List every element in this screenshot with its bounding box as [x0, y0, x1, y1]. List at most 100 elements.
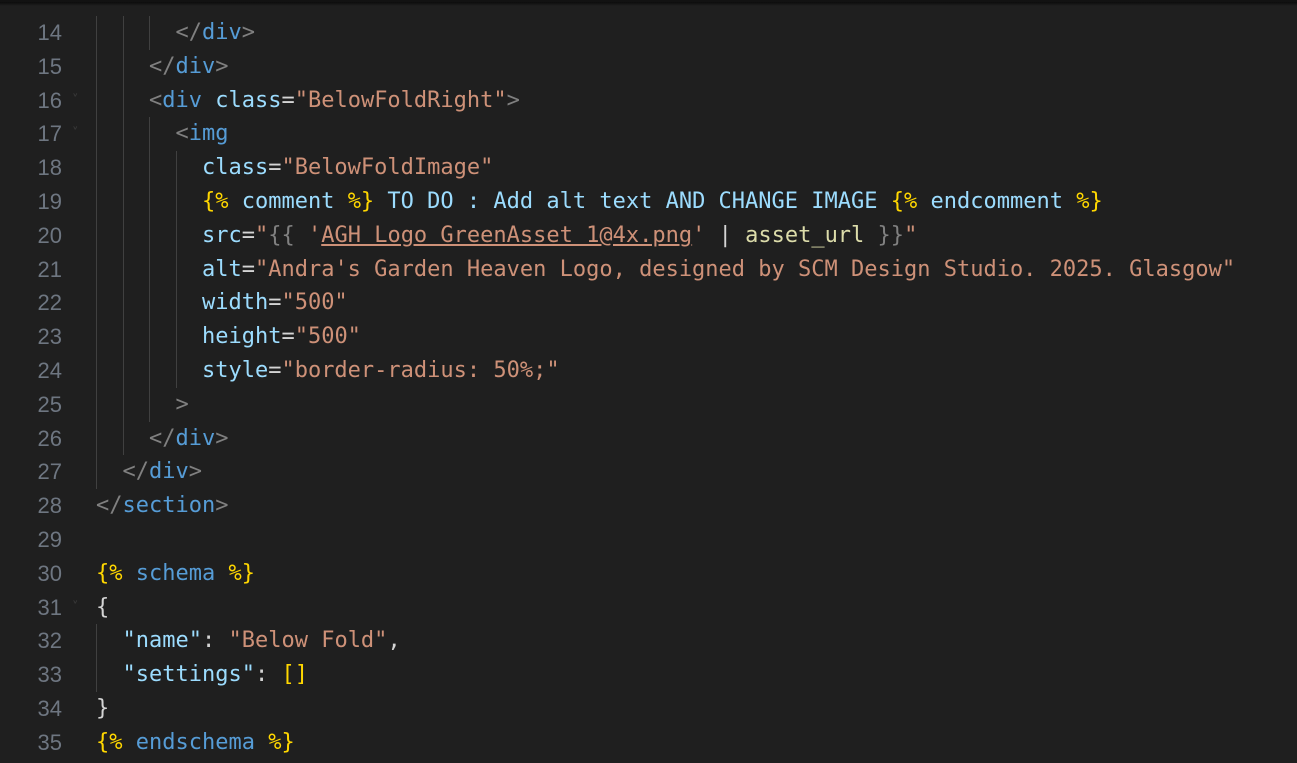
- code-line[interactable]: 27 </div>: [0, 455, 1297, 490]
- chevron-down-icon[interactable]: ˅: [72, 591, 79, 625]
- code-line[interactable]: 32 "name": "Below Fold",: [0, 624, 1297, 659]
- code-token: style: [201, 358, 269, 383]
- code-token: :: [254, 662, 282, 688]
- code-token: img: [188, 121, 229, 147]
- code-token: </: [96, 493, 123, 519]
- code-token: <: [148, 87, 163, 113]
- code-line[interactable]: 16 ˅ <div class="BelowFoldRight">: [0, 83, 1297, 118]
- code-line[interactable]: 31 ˅ {: [0, 591, 1297, 625]
- chevron-down-icon[interactable]: ˅: [72, 84, 79, 118]
- code-token: %}: [1076, 189, 1103, 214]
- code-text: </div>: [96, 455, 203, 489]
- line-number: 16: [37, 87, 62, 113]
- indent-guide: [149, 185, 150, 219]
- code-token: endcomment: [917, 189, 1077, 214]
- indent-guide: [122, 117, 124, 152]
- code-line[interactable]: 25 >: [0, 387, 1297, 422]
- indent-guide: [122, 421, 124, 456]
- indent-guide: [175, 320, 177, 354]
- code-token: >: [175, 391, 189, 417]
- code-token: </: [148, 53, 176, 79]
- code-token: ": [254, 222, 269, 248]
- code-line[interactable]: 29: [0, 523, 1297, 557]
- line-number: 28: [37, 493, 62, 519]
- code-token: <: [175, 121, 189, 147]
- code-token: class: [201, 155, 269, 181]
- code-token: {%: [201, 189, 229, 214]
- indent-guide: [175, 151, 177, 185]
- code-line[interactable]: 19 {% comment %} TO DO : Add alt text AN…: [0, 185, 1297, 219]
- code-line[interactable]: 35 {% endschema %}: [0, 726, 1297, 760]
- code-text: src="{{ 'AGH Logo GreenAsset 1@4x.png' |…: [96, 219, 917, 253]
- code-line[interactable]: 14 </div>: [0, 16, 1297, 50]
- code-line[interactable]: 24 style="border-radius: 50%;": [0, 354, 1297, 388]
- code-token: {%: [96, 729, 123, 755]
- code-line[interactable]: 23 height="500": [0, 320, 1297, 354]
- code-token: endschema: [122, 729, 269, 755]
- indent-guide: [122, 185, 124, 219]
- code-line[interactable]: 20 src="{{ 'AGH Logo GreenAsset 1@4x.png…: [0, 218, 1297, 253]
- indent-guide: [149, 286, 150, 321]
- code-text: <div class="BelowFoldRight">: [96, 84, 520, 118]
- code-token: "500": [281, 290, 348, 316]
- code-line[interactable]: 15 </div>: [0, 49, 1297, 84]
- code-token: ": [904, 222, 918, 248]
- indent-guide: [122, 252, 124, 287]
- indent-guide: [149, 320, 150, 354]
- code-line[interactable]: 22 width="500": [0, 286, 1297, 321]
- indent-guide: [122, 16, 124, 50]
- line-number: 34: [37, 696, 62, 721]
- indent-guide: [175, 185, 177, 219]
- code-token: alt: [201, 256, 242, 282]
- code-token: TO DO : Add alt text AND CHANGE IMAGE: [374, 189, 891, 214]
- line-number: 15: [37, 53, 62, 79]
- code-token: %}: [228, 560, 255, 586]
- code-line[interactable]: 30 {% schema %}: [0, 557, 1297, 591]
- code-line[interactable]: 34}: [0, 692, 1297, 726]
- code-token: %}: [347, 189, 375, 214]
- code-token: =: [268, 358, 282, 383]
- code-token: >: [188, 459, 202, 485]
- line-number: 29: [37, 527, 62, 552]
- line-number: 27: [37, 459, 62, 485]
- line-number: 23: [37, 324, 62, 350]
- code-editor[interactable]: 14 </div> 15 </div> 16 ˅ <div class="BelowF…: [0, 0, 1297, 763]
- code-token: =: [268, 290, 282, 316]
- code-token: =: [281, 324, 295, 350]
- indent-guide: [122, 320, 124, 354]
- code-token: div: [175, 425, 216, 451]
- chevron-down-icon[interactable]: ˅: [72, 117, 79, 151]
- code-token: {{: [268, 222, 295, 248]
- code-text: height="500": [96, 320, 361, 354]
- code-line[interactable]: 17 ˅ <img: [0, 117, 1297, 152]
- code-line[interactable]: 26 </div>: [0, 421, 1297, 456]
- indent-guide: [96, 354, 97, 388]
- code-token: div: [201, 20, 242, 45]
- code-line[interactable]: 21 alt="Andra's Garden Heaven Logo, desi…: [0, 252, 1297, 287]
- code-text: }: [96, 692, 109, 726]
- code-token: ': [692, 222, 706, 248]
- indent-guide: [175, 286, 177, 321]
- indent-guide: [96, 455, 97, 490]
- line-number: 21: [37, 256, 62, 282]
- code-line[interactable]: 28 </section>: [0, 489, 1297, 523]
- code-token: {: [96, 594, 110, 620]
- indent-guide: [175, 354, 177, 388]
- code-token: >: [506, 87, 520, 113]
- indent-guide: [96, 252, 97, 287]
- code-text: "name": "Below Fold",: [96, 624, 401, 658]
- code-token: div: [175, 53, 216, 79]
- code-text: {: [96, 591, 109, 625]
- indent-guide: [175, 218, 177, 253]
- code-text: </div>: [96, 422, 229, 456]
- code-line[interactable]: 33 "settings": []: [0, 658, 1297, 692]
- line-number: 33: [37, 662, 62, 688]
- indent-guide: [96, 387, 97, 422]
- code-token: =: [241, 256, 255, 282]
- editor-top-shadow: [0, 2, 1297, 6]
- code-token: src: [201, 222, 242, 248]
- code-line[interactable]: 18 class="BelowFoldImage": [0, 151, 1297, 185]
